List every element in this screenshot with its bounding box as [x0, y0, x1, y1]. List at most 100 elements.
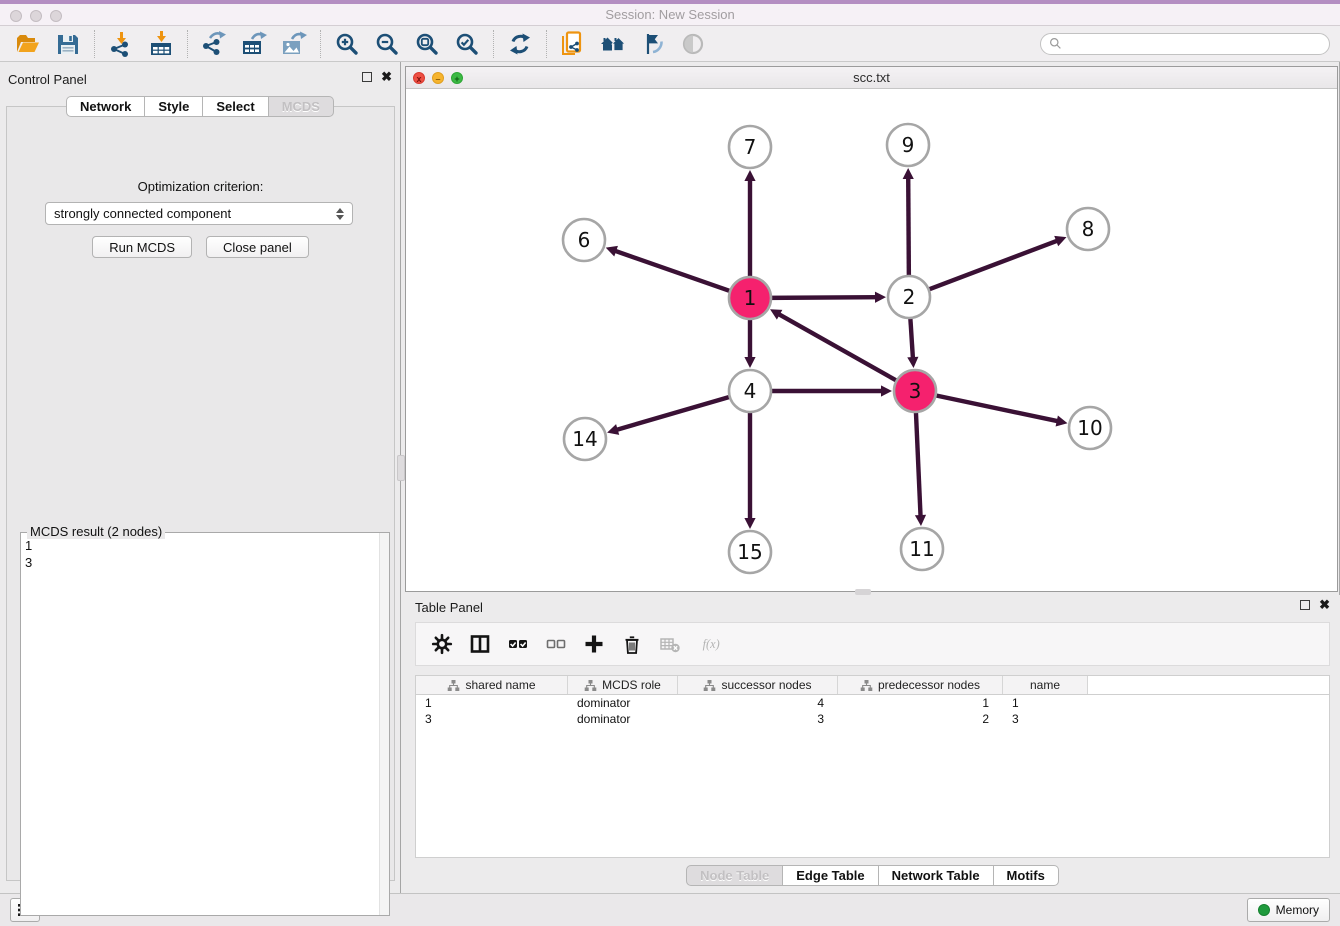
table-header-row: shared nameMCDS rolesuccessor nodes prede…: [416, 676, 1329, 695]
graph-edge-3-10[interactable]: [933, 395, 1060, 422]
mcds-panel: Optimization criterion: strongly connect…: [6, 106, 395, 881]
mcds-result-line: 3: [25, 554, 375, 571]
graph-edge-arrowhead: [881, 385, 892, 396]
tab-network[interactable]: Network: [66, 96, 145, 117]
float-panel-icon[interactable]: [362, 72, 372, 82]
network-canvas[interactable]: 7968124314101511: [406, 89, 1337, 591]
table-cell[interactable]: 1: [416, 695, 568, 711]
tab-motifs[interactable]: Motifs: [994, 865, 1059, 886]
select-all-icon[interactable]: [506, 633, 530, 655]
export-image-icon[interactable]: [281, 31, 307, 57]
clone-network-icon[interactable]: [560, 31, 586, 57]
toggle-graphics-details-icon[interactable]: [640, 31, 666, 57]
memory-button[interactable]: Memory: [1247, 898, 1330, 922]
search-box[interactable]: [1040, 33, 1330, 55]
graph-edge-arrowhead: [915, 515, 926, 526]
graph-edge-arrowhead: [744, 170, 755, 181]
mcds-result-text[interactable]: 13: [25, 537, 375, 913]
graph-node-label-2: 2: [903, 285, 916, 309]
table-cell[interactable]: 3: [678, 711, 838, 727]
table-panel-title: Table Panel: [415, 600, 483, 615]
column-header-successor-nodes[interactable]: successor nodes: [678, 676, 838, 694]
tab-style[interactable]: Style: [145, 96, 203, 117]
save-session-icon[interactable]: [55, 31, 81, 57]
delete-columns-icon[interactable]: [620, 633, 644, 655]
graph-edge-arrowhead: [903, 168, 914, 179]
graph-node-label-4: 4: [744, 379, 757, 403]
graph-node-label-9: 9: [902, 133, 915, 157]
table-cell[interactable]: 4: [678, 695, 838, 711]
import-network-icon[interactable]: [108, 31, 134, 57]
app-title: Session: New Session: [0, 7, 1340, 22]
search-icon: [1049, 37, 1062, 50]
zoom-out-icon[interactable]: [374, 31, 400, 57]
run-mcds-button[interactable]: Run MCDS: [92, 236, 192, 258]
network-home-icon[interactable]: [600, 31, 626, 57]
table-row[interactable]: 1dominator411: [416, 695, 1329, 711]
tab-node-table[interactable]: Node Table: [686, 865, 783, 886]
close-panel-icon[interactable]: ✖: [381, 71, 392, 83]
toolbar-separator: [493, 30, 494, 58]
table-row[interactable]: 3dominator323: [416, 711, 1329, 727]
result-scrollbar[interactable]: [379, 533, 389, 915]
column-header-label: predecessor nodes: [878, 678, 980, 692]
delete-table-icon: [658, 633, 682, 655]
criterion-select[interactable]: strongly connected component: [45, 202, 353, 225]
column-header-predecessor-nodes[interactable]: predecessor nodes: [838, 676, 1003, 694]
graph-edge-arrowhead: [875, 292, 886, 303]
import-table-icon[interactable]: [148, 31, 174, 57]
zoom-in-icon[interactable]: [334, 31, 360, 57]
column-header-MCDS-role[interactable]: MCDS role: [568, 676, 678, 694]
open-file-icon[interactable]: [15, 31, 41, 57]
search-input[interactable]: [1067, 37, 1321, 51]
close-table-panel-icon[interactable]: ✖: [1319, 599, 1330, 611]
network-window-titlebar[interactable]: x – + scc.txt: [406, 67, 1337, 89]
table-cell[interactable]: dominator: [568, 711, 678, 727]
zoom-selected-icon[interactable]: [454, 31, 480, 57]
graph-edge-1-6[interactable]: [613, 250, 733, 292]
control-panel-tabs: NetworkStyleSelectMCDS: [0, 96, 400, 117]
tab-select[interactable]: Select: [203, 96, 268, 117]
table-panel: Table Panel ✖ f(x) shared nameMCDS roles…: [405, 595, 1340, 893]
graph-edge-2-8[interactable]: [926, 240, 1059, 291]
node-table: shared nameMCDS rolesuccessor nodes prede…: [415, 675, 1330, 858]
graph-edge-1-2[interactable]: [768, 297, 878, 298]
function-builder-icon: f(x): [696, 633, 730, 655]
table-cell[interactable]: 1: [838, 695, 1003, 711]
column-header-shared-name[interactable]: shared name: [416, 676, 568, 694]
refresh-view-icon[interactable]: [507, 31, 533, 57]
graph-edge-2-3[interactable]: [910, 315, 913, 360]
zoom-fit-icon[interactable]: [414, 31, 440, 57]
table-cell[interactable]: 2: [838, 711, 1003, 727]
graph-edge-arrowhead: [744, 357, 755, 368]
table-cell[interactable]: 3: [1003, 711, 1088, 727]
graph-edge-2-9[interactable]: [908, 176, 909, 279]
tab-edge-table[interactable]: Edge Table: [783, 865, 878, 886]
memory-label: Memory: [1276, 903, 1319, 917]
tab-network-table[interactable]: Network Table: [879, 865, 994, 886]
close-panel-button[interactable]: Close panel: [206, 236, 309, 258]
graph-edge-3-1[interactable]: [777, 313, 899, 382]
table-cell[interactable]: dominator: [568, 695, 678, 711]
graph-edge-3-11[interactable]: [916, 409, 921, 518]
column-header-name[interactable]: name: [1003, 676, 1088, 694]
add-column-icon[interactable]: [582, 633, 606, 655]
export-table-icon[interactable]: [241, 31, 267, 57]
mcds-result-line: 1: [25, 537, 375, 554]
app-titlebar: Session: New Session: [0, 0, 1340, 26]
shared-column-icon: [447, 679, 460, 692]
table-cell[interactable]: 1: [1003, 695, 1088, 711]
graph-edge-arrowhead: [744, 518, 755, 529]
birds-eye-view-icon[interactable]: [680, 31, 706, 57]
table-settings-icon[interactable]: [430, 633, 454, 655]
graph-node-label-10: 10: [1077, 416, 1102, 440]
export-network-icon[interactable]: [201, 31, 227, 57]
toggle-panel-icon[interactable]: [468, 633, 492, 655]
panel-split-handle[interactable]: [397, 455, 405, 481]
graph-edge-4-14[interactable]: [615, 396, 733, 430]
tab-mcds[interactable]: MCDS: [269, 96, 334, 117]
graph-node-label-3: 3: [909, 379, 922, 403]
table-cell[interactable]: 3: [416, 711, 568, 727]
deselect-all-icon[interactable]: [544, 633, 568, 655]
float-table-panel-icon[interactable]: [1300, 600, 1310, 610]
